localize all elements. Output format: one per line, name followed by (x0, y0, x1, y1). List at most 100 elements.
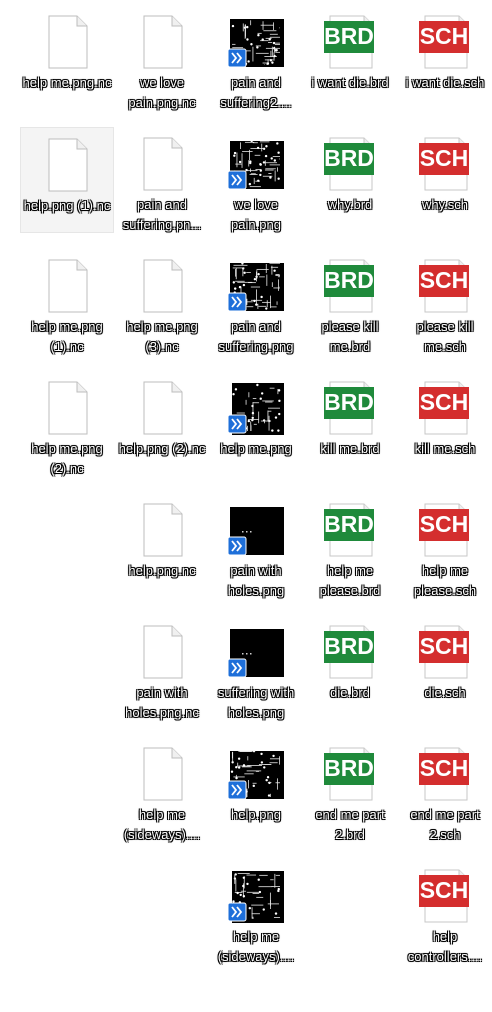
file-name-label: help me please.brd (319, 563, 381, 598)
desktop-file-grid: help me.png.nc we love pain.png.nc pain … (0, 0, 492, 1012)
shortcut-arrow-icon (228, 414, 247, 434)
desktop-file-item[interactable]: pain and suffering2.... (209, 5, 303, 111)
brd-file-icon: BRD (322, 259, 378, 313)
brd-file-icon: BRD (322, 137, 378, 191)
shortcut-arrow-icon (228, 902, 247, 922)
file-name-label: help me (sideways).... (123, 807, 201, 842)
desktop-file-item[interactable]: SCH kill me.sch (398, 371, 492, 477)
sch-icon-label: SCH (420, 877, 469, 903)
desktop-file-item[interactable]: we love pain.png (209, 127, 303, 233)
blank-file-icon (134, 625, 190, 679)
brd-icon-label: BRD (324, 23, 374, 49)
blank-file-icon (39, 259, 95, 313)
file-name-label: end me part 2.brd (315, 807, 385, 842)
desktop-file-item[interactable]: help me (sideways).... (209, 859, 303, 965)
file-name-label: pain and suffering.png (218, 319, 294, 354)
file-name-label: help me.png (3).nc (126, 319, 198, 354)
sch-file-icon: SCH (417, 747, 473, 801)
desktop-file-item[interactable]: help.png (2).nc (115, 371, 209, 477)
file-name-label: kill me.brd (320, 441, 380, 456)
desktop-file-item[interactable]: SCH help controllers.... (398, 859, 492, 965)
brd-file-icon: BRD (322, 747, 378, 801)
desktop-file-item[interactable]: SCH die.sch (398, 615, 492, 721)
desktop-file-item[interactable]: SCH help me please.sch (398, 493, 492, 599)
file-name-label: help me.png (220, 441, 292, 456)
file-name-label: die.sch (424, 685, 466, 700)
pcb-image-thumbnail (228, 259, 284, 313)
desktop-file-item[interactable]: SCH please kill me.sch (398, 249, 492, 355)
pcb-traces (242, 531, 252, 533)
desktop-file-item[interactable]: pain with holes.png (209, 493, 303, 599)
brd-icon-label: BRD (324, 755, 374, 781)
sch-icon-label: SCH (420, 23, 469, 49)
file-name-label: help me.png (2).nc (31, 441, 103, 476)
sch-file-icon: SCH (417, 15, 473, 69)
desktop-file-item[interactable]: we love pain.png.nc (115, 5, 209, 111)
blank-file-icon (134, 137, 190, 191)
pcb-image-thumbnail (228, 747, 284, 801)
blank-file-icon (39, 15, 95, 69)
file-name-label: help.png (231, 807, 281, 822)
pcb-image-thumbnail (228, 869, 284, 923)
sch-file-icon: SCH (417, 381, 473, 435)
desktop-file-item[interactable]: help.png (209, 737, 303, 843)
desktop-file-item[interactable]: help me.png (1).nc (20, 249, 114, 355)
file-name-label: we love pain.png (231, 197, 281, 232)
desktop-file-item[interactable]: help me (sideways).... (115, 737, 209, 843)
sch-icon-label: SCH (420, 511, 469, 537)
brd-file-icon: BRD (322, 381, 378, 435)
file-name-label: i want die.brd (311, 75, 389, 90)
file-name-label: i want die.sch (405, 75, 485, 90)
desktop-file-item[interactable]: suffering with holes.png (209, 615, 303, 721)
desktop-file-item[interactable]: help.png.nc (115, 493, 209, 599)
brd-icon-label: BRD (324, 145, 374, 171)
blank-file-icon (134, 747, 190, 801)
sch-file-icon: SCH (417, 503, 473, 557)
file-name-label: we love pain.png.nc (128, 75, 196, 110)
shortcut-arrow-icon (228, 170, 247, 190)
shortcut-arrow-icon (228, 658, 247, 678)
pcb-image-thumbnail (228, 381, 284, 435)
brd-icon-label: BRD (324, 633, 374, 659)
shortcut-arrow-icon (228, 780, 247, 800)
brd-icon-label: BRD (324, 511, 374, 537)
file-name-label: help.png.nc (128, 563, 196, 578)
desktop-file-item[interactable]: help me.png (2).nc (20, 371, 114, 477)
file-name-label: pain with holes.png.nc (125, 685, 199, 720)
sch-file-icon: SCH (417, 137, 473, 191)
desktop-file-item[interactable]: BRD why.brd (303, 127, 397, 233)
sch-icon-label: SCH (420, 389, 469, 415)
file-name-label: help me.png (1).nc (31, 319, 103, 354)
brd-file-icon: BRD (322, 15, 378, 69)
file-name-label: help.png (1).nc (23, 198, 111, 213)
file-name-label: pain with holes.png (227, 563, 285, 598)
shortcut-arrow-icon (228, 292, 247, 312)
pcb-image-thumbnail (228, 503, 284, 557)
pcb-image-thumbnail (228, 15, 284, 69)
desktop-file-item[interactable]: help me.png (209, 371, 303, 477)
sch-file-icon: SCH (417, 869, 473, 923)
file-name-label: pain and suffering2.... (220, 75, 292, 110)
desktop-file-item[interactable]: SCH why.sch (398, 127, 492, 233)
brd-file-icon: BRD (322, 625, 378, 679)
desktop-file-item[interactable]: SCH end me part 2.sch (398, 737, 492, 843)
desktop-file-item[interactable]: BRD i want die.brd (303, 5, 397, 111)
desktop-file-item[interactable]: SCH i want die.sch (398, 5, 492, 111)
file-name-label: why.sch (422, 197, 468, 212)
file-name-label: kill me.sch (414, 441, 476, 456)
desktop-file-item[interactable]: BRD please kill me.brd (303, 249, 397, 355)
desktop-file-item[interactable]: help me.png.nc (20, 5, 114, 111)
desktop-file-item[interactable]: pain and suffering.png (209, 249, 303, 355)
desktop-file-item[interactable]: help me.png (3).nc (115, 249, 209, 355)
desktop-file-item[interactable]: help.png (1).nc (20, 127, 114, 233)
desktop-file-item[interactable]: pain and suffering.pn... (115, 127, 209, 233)
blank-file-icon (39, 138, 95, 192)
desktop-file-item[interactable]: pain with holes.png.nc (115, 615, 209, 721)
shortcut-arrow-icon (228, 48, 247, 68)
desktop-file-item[interactable]: BRD kill me.brd (303, 371, 397, 477)
file-name-label: help controllers.... (407, 929, 483, 964)
desktop-file-item[interactable]: BRD help me please.brd (303, 493, 397, 599)
file-name-label: please kill me.brd (321, 319, 379, 354)
desktop-file-item[interactable]: BRD end me part 2.brd (303, 737, 397, 843)
desktop-file-item[interactable]: BRD die.brd (303, 615, 397, 721)
